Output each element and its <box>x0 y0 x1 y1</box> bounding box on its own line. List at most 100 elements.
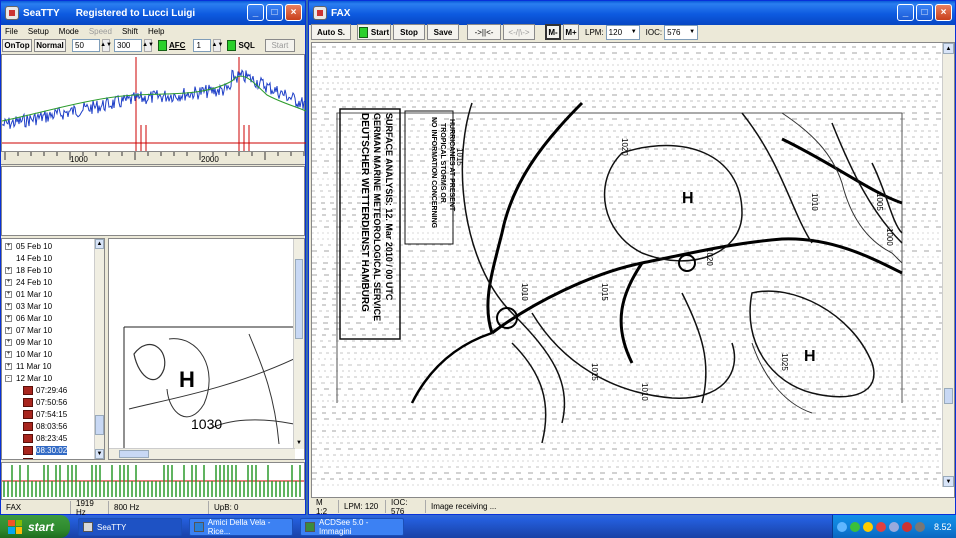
tray-icon-5[interactable] <box>889 521 899 532</box>
tree-date-item[interactable]: +01 Mar 10 <box>5 288 104 300</box>
preview-vscroll[interactable]: ▼ <box>293 239 304 449</box>
val2-spinner[interactable]: ▲▼ <box>142 39 154 52</box>
tree-date-item[interactable]: +18 Feb 10 <box>5 264 104 276</box>
tray-icon-6[interactable] <box>902 521 912 532</box>
fax-stop-button[interactable]: Stop <box>393 24 425 40</box>
menu-setup[interactable]: Setup <box>28 27 49 36</box>
val1-input[interactable]: 50 <box>72 39 100 52</box>
fax-titlebar[interactable]: FAX _ □ × <box>309 1 955 25</box>
fax-start-button[interactable]: Start <box>357 24 391 40</box>
start-button-taskbar[interactable]: start <box>0 515 70 538</box>
expand-icon[interactable]: + <box>5 326 12 334</box>
expand-icon[interactable]: + <box>5 266 12 274</box>
fax-minimize-button[interactable]: _ <box>897 4 914 21</box>
preview-scroll-thumb[interactable] <box>295 259 303 339</box>
sql-led-icon[interactable] <box>227 40 237 51</box>
tree-date-item[interactable]: +07 Mar 10 <box>5 324 104 336</box>
maximize-button[interactable]: □ <box>266 4 283 21</box>
fax-preview[interactable]: H 1030 ▼ <box>108 238 305 460</box>
tray-icon-4[interactable] <box>876 521 886 532</box>
fax-save-button[interactable]: Save <box>427 24 459 40</box>
fax-image-panel[interactable]: DEUTSCHER WETTERDIENST HAMBURG GERMAN MA… <box>311 42 955 498</box>
afc-label[interactable]: AFC <box>169 41 185 50</box>
afc-led-icon[interactable] <box>158 40 167 51</box>
decoded-text-area[interactable] <box>1 166 305 236</box>
tree-file-item[interactable]: 08:30:02 <box>5 444 104 456</box>
menu-help[interactable]: Help <box>148 27 164 36</box>
ioc-select[interactable]: 576 ▼ <box>664 24 699 40</box>
val3-input[interactable]: 1 <box>193 39 212 52</box>
minimize-button[interactable]: _ <box>247 4 264 21</box>
auto-sync-button[interactable]: Auto S. <box>311 24 351 40</box>
tree-item-label: 10 Mar 10 <box>16 349 53 359</box>
menu-mode[interactable]: Mode <box>59 27 79 36</box>
collapse-icon[interactable]: - <box>5 374 12 382</box>
tree-scroll-down[interactable]: ▼ <box>95 449 104 459</box>
expand-icon[interactable]: + <box>5 362 12 370</box>
tree-item-label: 24 Feb 10 <box>16 277 53 287</box>
tree-file-item[interactable]: 08:38:22 <box>5 456 104 459</box>
sql-label[interactable]: SQL <box>238 41 254 50</box>
expand-icon[interactable]: + <box>5 350 12 358</box>
lpm-select[interactable]: 120 ▼ <box>605 24 640 40</box>
tree-scroll-thumb[interactable] <box>95 415 104 435</box>
tray-icon-3[interactable] <box>863 521 873 532</box>
expand-icon[interactable]: + <box>5 290 12 298</box>
ioc-chevron-down-icon[interactable]: ▼ <box>689 29 697 35</box>
fax-maximize-button[interactable]: □ <box>916 4 933 21</box>
tree-file-item[interactable]: 07:29:46 <box>5 384 104 396</box>
tree-date-item[interactable]: +03 Mar 10 <box>5 300 104 312</box>
preview-scroll-down[interactable]: ▼ <box>294 439 304 449</box>
tree-date-item[interactable]: +24 Feb 10 <box>5 276 104 288</box>
preview-hscroll-thumb[interactable] <box>119 450 149 458</box>
slant-back-button[interactable]: <-/|\-> <box>503 24 535 40</box>
tree-file-item[interactable]: 08:23:45 <box>5 432 104 444</box>
val3-spinner[interactable]: ▲▼ <box>212 39 223 52</box>
menu-shift[interactable]: Shift <box>122 27 138 36</box>
task-seatty[interactable]: SeaTTY <box>78 518 182 536</box>
seatty-titlebar[interactable]: SeaTTY Registered to Lucci Luigi _ □ × <box>1 1 305 25</box>
expand-icon[interactable]: + <box>5 302 12 310</box>
tree-date-item[interactable]: -12 Mar 10 <box>5 372 104 384</box>
normal-button[interactable]: Normal <box>34 39 66 52</box>
zoom-minus-button[interactable]: M- <box>545 24 561 40</box>
expand-icon[interactable]: + <box>5 278 12 286</box>
zoom-plus-button[interactable]: M+ <box>563 24 579 40</box>
clock[interactable]: 8.52 <box>934 522 952 532</box>
tray-icon-1[interactable] <box>837 521 847 532</box>
spectrum-display[interactable] <box>1 54 307 152</box>
task-acdsee[interactable]: ACDSee 5.0 - Immagini <box>300 518 404 536</box>
close-button[interactable]: × <box>285 4 302 21</box>
tree-date-item[interactable]: +11 Mar 10 <box>5 360 104 372</box>
tree-date-item[interactable]: +06 Mar 10 <box>5 312 104 324</box>
ontop-button[interactable]: OnTop <box>2 39 32 52</box>
fax-scroll-thumb[interactable] <box>944 388 953 404</box>
expand-icon[interactable]: + <box>5 338 12 346</box>
tree-scrollbar[interactable]: ▲ ▼ <box>94 239 104 459</box>
tree-file-item[interactable]: 07:50:56 <box>5 396 104 408</box>
expand-icon[interactable]: + <box>5 242 12 250</box>
preview-hscroll[interactable] <box>109 448 295 459</box>
fax-scroll-down[interactable]: ▼ <box>943 476 954 487</box>
fax-close-button[interactable]: × <box>935 4 952 21</box>
menu-speed[interactable]: Speed <box>89 27 112 36</box>
tree-date-item[interactable]: +09 Mar 10 <box>5 336 104 348</box>
tree-file-item[interactable]: 07:54:15 <box>5 408 104 420</box>
task-browser[interactable]: Amici Della Vela - Rice... <box>189 518 293 536</box>
fax-vscroll[interactable]: ▲ ▼ <box>942 43 954 487</box>
expand-icon[interactable]: + <box>5 314 12 322</box>
fax-scroll-up[interactable]: ▲ <box>943 43 954 54</box>
tree-date-item[interactable]: +10 Mar 10 <box>5 348 104 360</box>
tray-icon-7[interactable] <box>915 521 925 532</box>
tree-date-item[interactable]: +05 Feb 10 <box>5 240 104 252</box>
val2-input[interactable]: 300 <box>114 39 142 52</box>
start-button[interactable]: Start <box>264 39 295 52</box>
val1-spinner[interactable]: ▲▼ <box>100 39 112 52</box>
slant-forward-button[interactable]: ->||<- <box>467 24 501 40</box>
lpm-chevron-down-icon[interactable]: ▼ <box>631 29 639 35</box>
tree-scroll-up[interactable]: ▲ <box>95 239 104 249</box>
tree-date-item[interactable]: 14 Feb 10 <box>5 252 104 264</box>
tree-file-item[interactable]: 08:03:56 <box>5 420 104 432</box>
menu-file[interactable]: File <box>5 27 18 36</box>
tray-icon-2[interactable] <box>850 521 860 532</box>
